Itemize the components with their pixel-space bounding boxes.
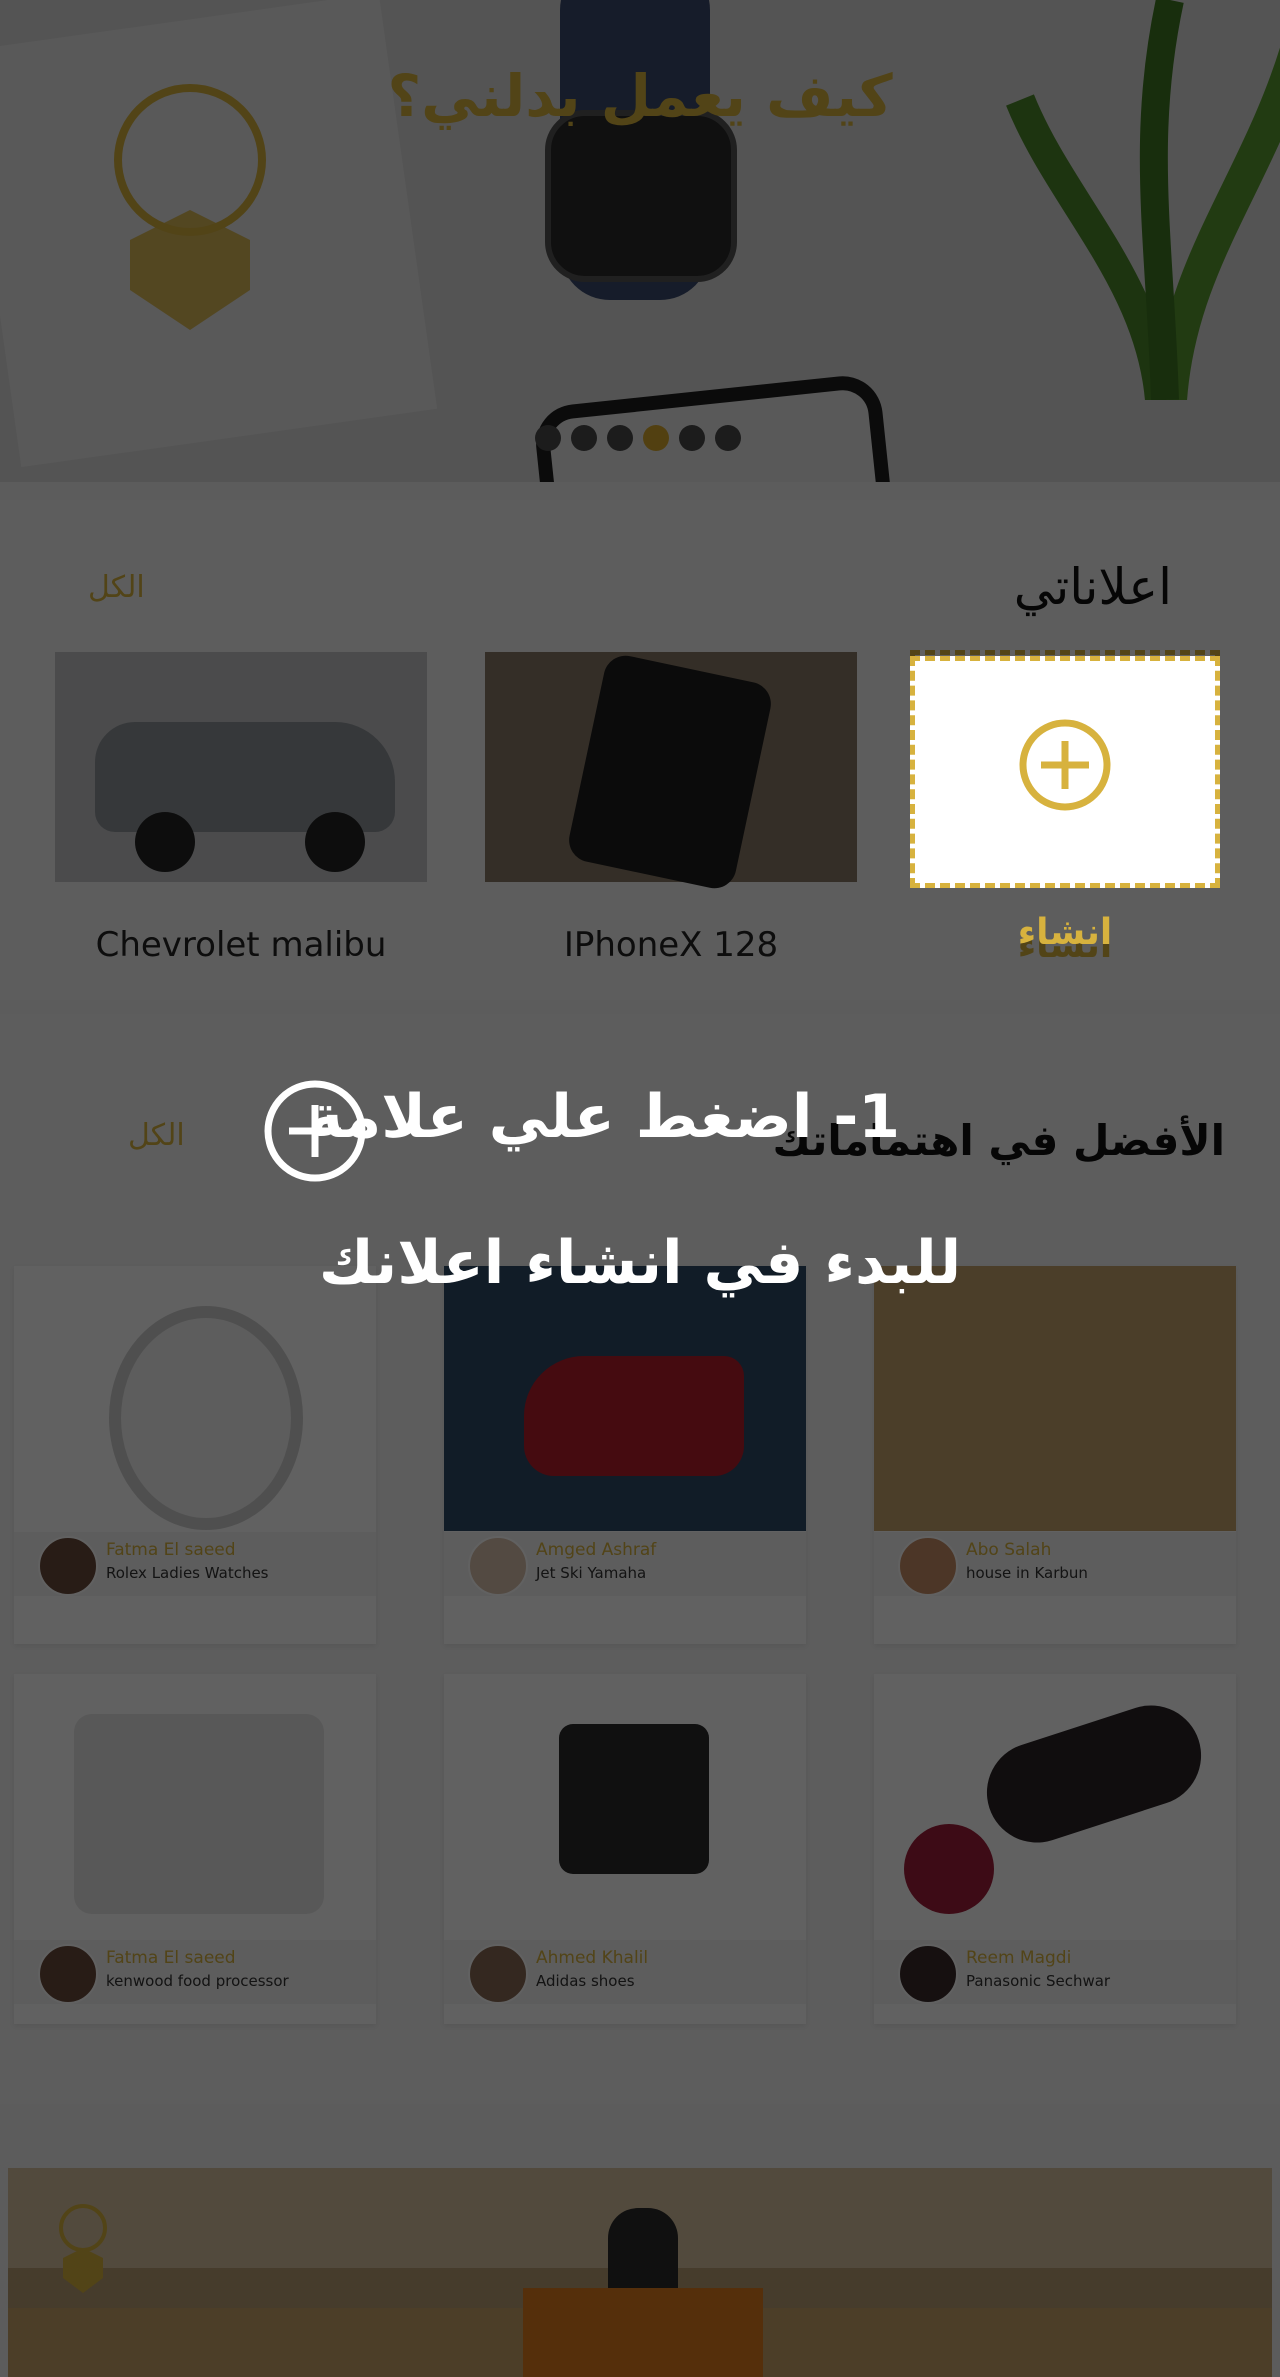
tutorial-hint-text: للبدء في انشاء اعلانك (318, 1228, 962, 1298)
avatar (38, 1944, 98, 2004)
tutorial-step-text: 1- اضغط علي علامة (307, 1082, 900, 1152)
item-name: house in Karbun (966, 1564, 1088, 1582)
hair-dryer-image (874, 1674, 1236, 1944)
user-name: Fatma El saeed (106, 1540, 236, 1560)
product-card[interactable]: Reem Magdi Panasonic Sechwar (874, 1674, 1236, 2024)
avatar (898, 1944, 958, 2004)
item-name: Rolex Ladies Watches (106, 1564, 269, 1582)
my-ads-see-all-link[interactable]: الكل (88, 570, 145, 605)
camera-image (444, 1674, 806, 1944)
watch-image (14, 1266, 376, 1531)
promo-banner[interactable] (8, 2168, 1272, 2377)
highlighted-create-button[interactable] (910, 656, 1220, 888)
dryer-shape (973, 1692, 1215, 1856)
carousel-dot[interactable] (715, 425, 741, 451)
card-user-bar: Fatma El saeed Rolex Ladies Watches (14, 1532, 376, 1596)
item-name: kenwood food processor (106, 1972, 289, 1990)
avatar (898, 1536, 958, 1596)
my-ad-card[interactable] (55, 652, 427, 882)
carousel-dot[interactable] (535, 425, 561, 451)
card-user-bar: Ahmed Khalil Adidas shoes (444, 1940, 806, 2004)
banner-person (608, 2208, 678, 2298)
my-ad-label: IPhoneX 128 (563, 925, 779, 965)
carousel-dot[interactable] (679, 425, 705, 451)
user-name: Amged Ashraf (536, 1540, 657, 1560)
product-card[interactable]: Ahmed Khalil Adidas shoes (444, 1674, 806, 2024)
user-name: Fatma El saeed (106, 1948, 236, 1968)
my-ad-card[interactable] (485, 651, 857, 893)
carousel-dot-active[interactable] (643, 425, 669, 451)
item-name: Jet Ski Yamaha (536, 1564, 647, 1582)
iphone-image (565, 651, 775, 893)
house-image (874, 1266, 1236, 1531)
product-card[interactable]: Abo Salah house in Karbun (874, 1266, 1236, 1644)
car-wheel (135, 812, 195, 872)
hero-carousel[interactable]: كيف يعمل بدلني؟ (0, 0, 1280, 482)
card-user-bar: Abo Salah house in Karbun (874, 1532, 1236, 1596)
my-ads-title: اعلاناتي (1013, 558, 1172, 616)
processor-shape (74, 1714, 324, 1914)
plus-circle-icon (1019, 719, 1111, 811)
best-see-all-link[interactable]: الكل (128, 1118, 185, 1153)
carousel-dot[interactable] (571, 425, 597, 451)
banner-bench (523, 2288, 763, 2377)
card-user-bar: Reem Magdi Panasonic Sechwar (874, 1940, 1236, 2004)
product-card[interactable]: Fatma El saeed kenwood food processor (14, 1674, 376, 2024)
food-processor-image (14, 1674, 376, 1944)
jet-ski-shape (524, 1356, 744, 1476)
carousel-dot[interactable] (607, 425, 633, 451)
card-user-bar: Fatma El saeed kenwood food processor (14, 1940, 376, 2004)
camera-shape (559, 1724, 709, 1874)
badalni-logo-icon (59, 2204, 107, 2293)
car-wheel (305, 812, 365, 872)
avatar (468, 1944, 528, 2004)
hero-title: كيف يعمل بدلني؟ (387, 62, 893, 130)
card-user-bar: Amged Ashraf Jet Ski Yamaha (444, 1532, 806, 1596)
user-name: Ahmed Khalil (536, 1948, 649, 1968)
item-name: Adidas shoes (536, 1972, 635, 1990)
plant-decoration (1006, 0, 1280, 400)
brush-shape (904, 1824, 994, 1914)
highlighted-create-label: انشاء (1017, 912, 1113, 953)
best-section: الأفضل في اهتماماتك الكل Abo Salah house… (0, 1014, 1280, 2104)
my-ad-label: Chevrolet malibu (95, 925, 387, 965)
app-screen: كيف يعمل بدلني؟ اعلاناتي الكل انشاء IPho… (0, 0, 1280, 2377)
product-card[interactable]: Amged Ashraf Jet Ski Yamaha (444, 1266, 806, 1644)
product-card[interactable]: Fatma El saeed Rolex Ladies Watches (14, 1266, 376, 1644)
user-name: Reem Magdi (966, 1948, 1072, 1968)
item-name: Panasonic Sechwar (966, 1972, 1111, 1990)
avatar (38, 1536, 98, 1596)
jet-ski-image (444, 1266, 806, 1531)
carousel-dots[interactable] (535, 425, 741, 451)
user-name: Abo Salah (966, 1540, 1052, 1560)
watch-shape (109, 1306, 303, 1530)
watch-face (545, 110, 737, 282)
avatar (468, 1536, 528, 1596)
